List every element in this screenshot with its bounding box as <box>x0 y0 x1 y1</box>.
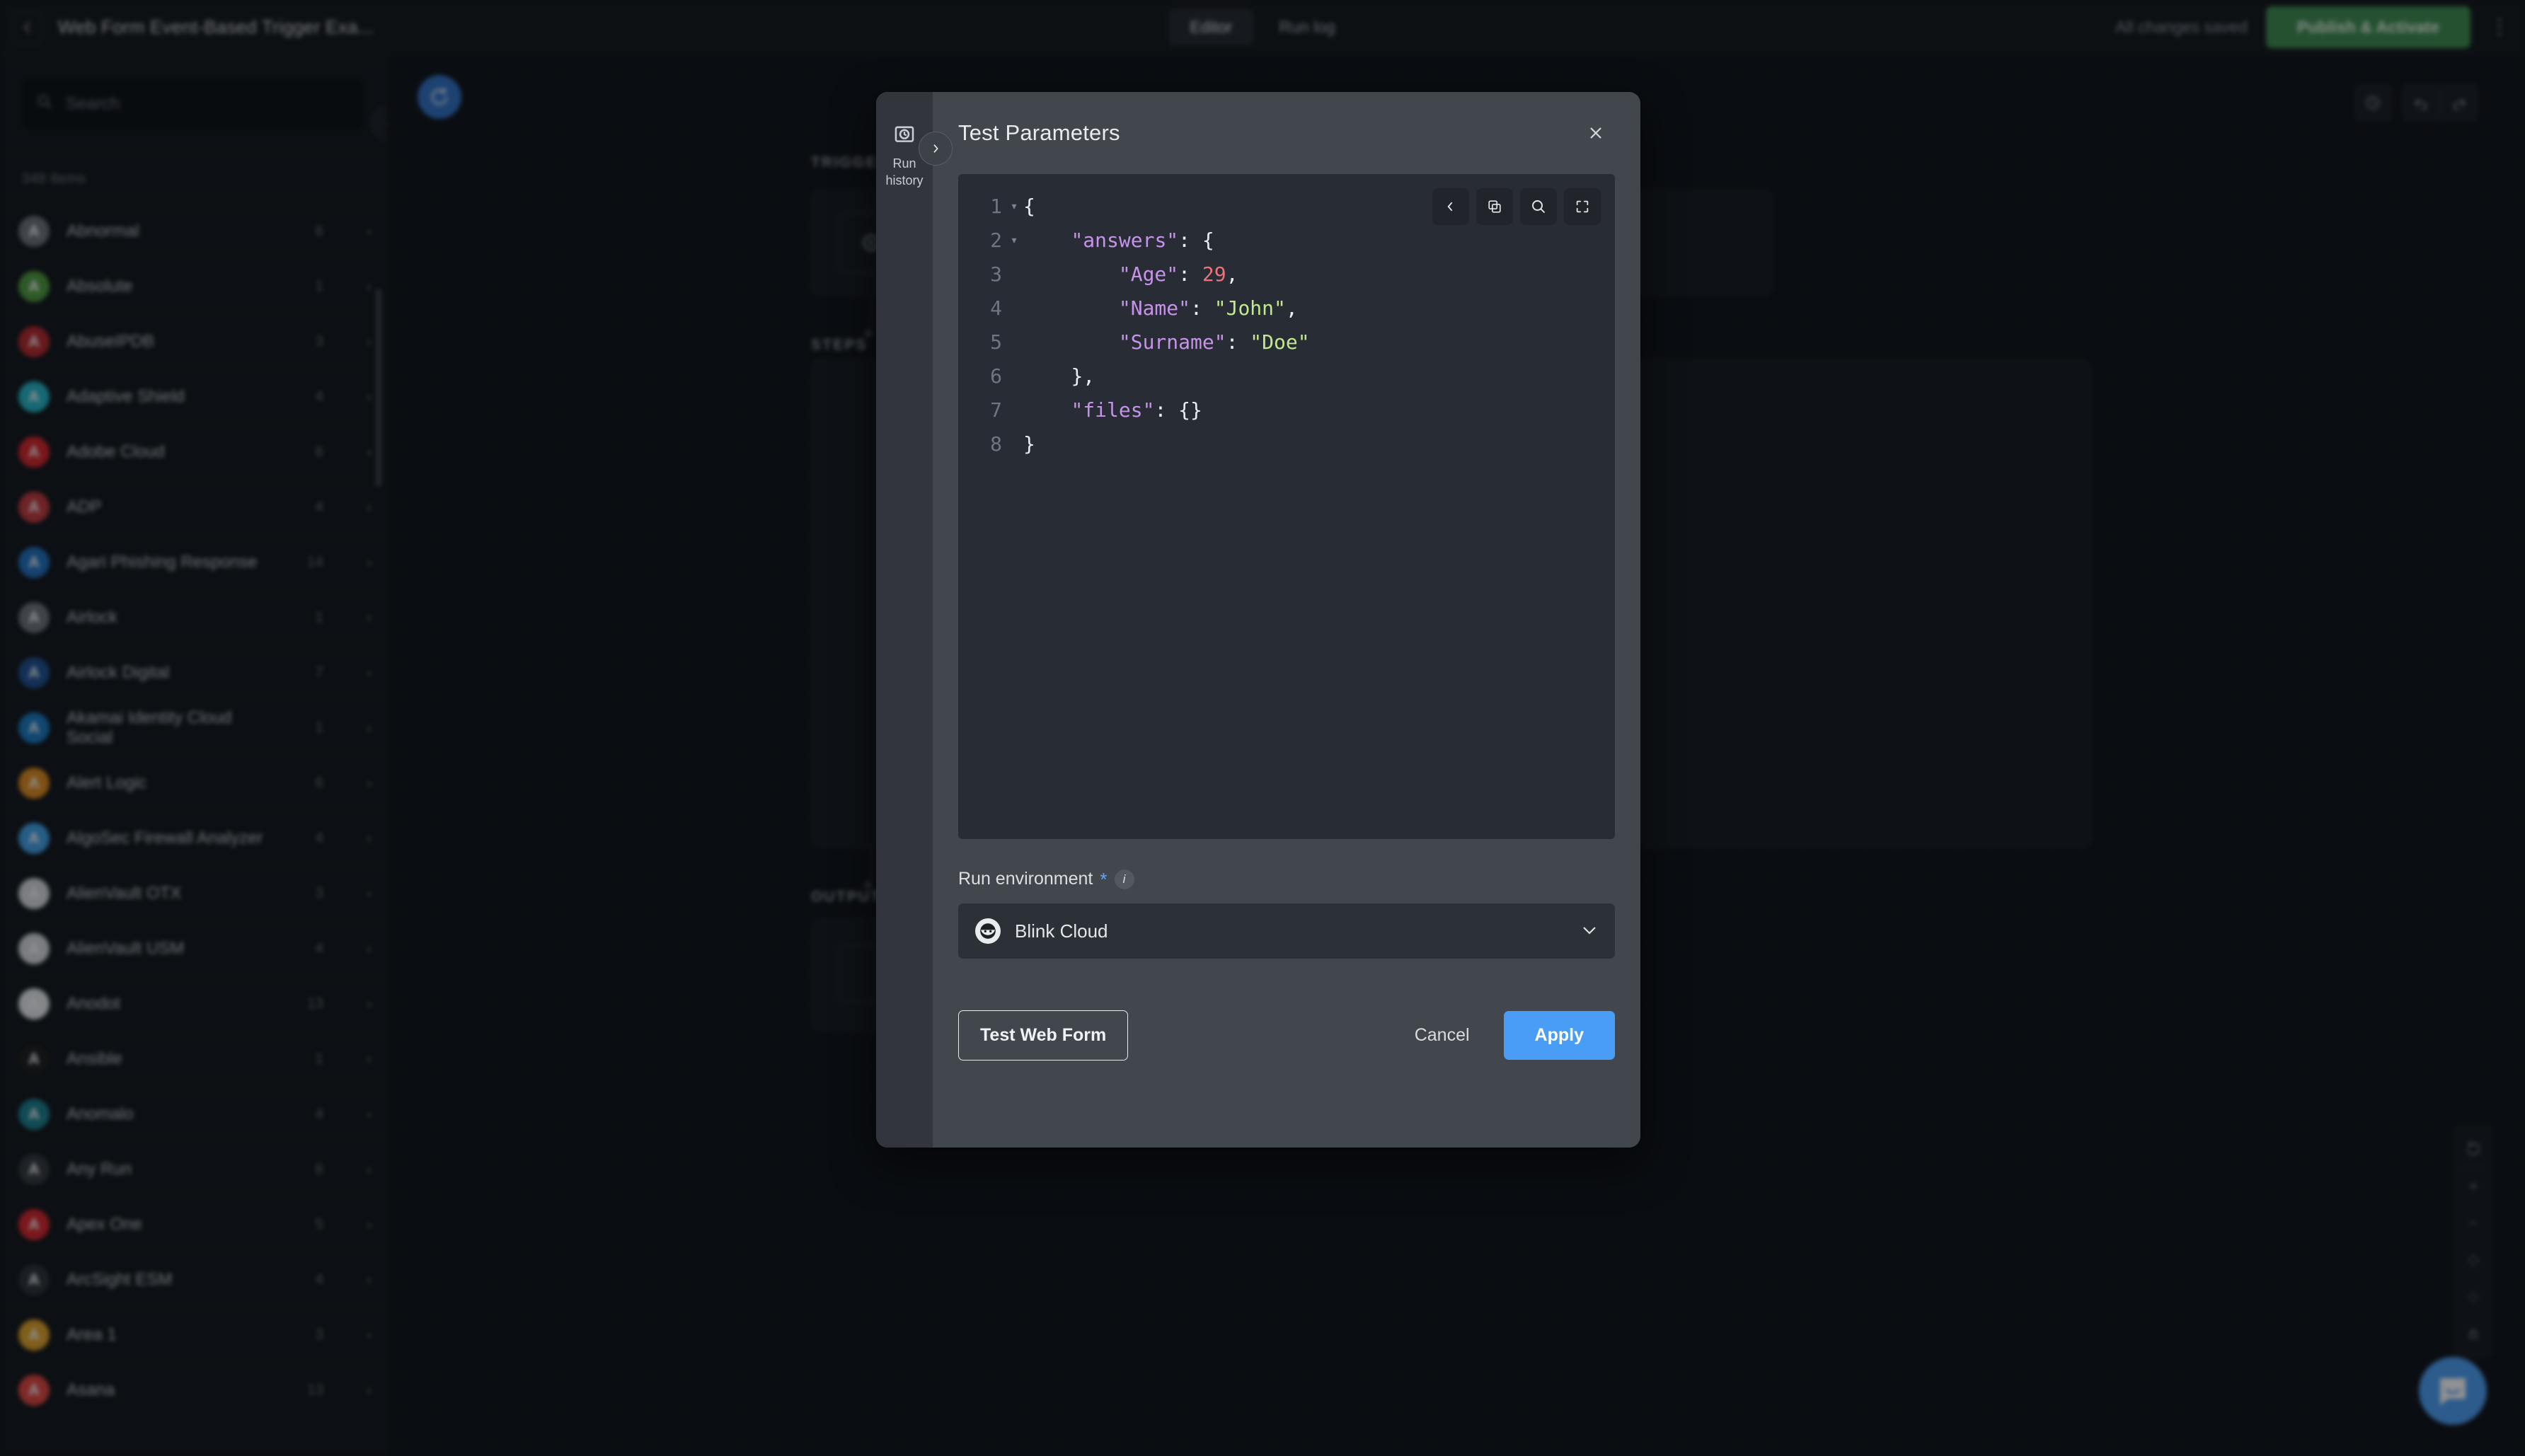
run-history-toggle[interactable] <box>919 132 953 166</box>
code-token: : <box>1226 330 1250 354</box>
copy-icon[interactable] <box>1476 188 1513 225</box>
code-line: 3 "Age": 29, <box>958 258 1615 291</box>
app-root: Web Form Event-Based Trigger Exa... Edit… <box>0 0 2525 1456</box>
run-history-rail[interactable]: Run history <box>876 92 933 1148</box>
code-token: { <box>1023 195 1035 218</box>
code-text: "Surname": "Doe" <box>1023 325 1310 359</box>
code-token: 29 <box>1202 262 1226 286</box>
code-text: }, <box>1023 359 1095 393</box>
fold-arrow-icon[interactable]: ▾ <box>1005 224 1023 258</box>
json-editor[interactable]: 1 ▾{2 ▾ "answers": {3 "Age": 29, 4 "Name": … <box>958 174 1615 839</box>
editor-toolbar <box>1432 188 1601 225</box>
code-text: { <box>1023 190 1035 224</box>
code-token: "Name" <box>1118 296 1191 320</box>
code-token: , <box>1285 296 1298 320</box>
line-number: 2 <box>990 229 1002 252</box>
modal-header: Test Parameters <box>933 92 1640 174</box>
blink-ninja-icon <box>975 918 1001 944</box>
test-parameters-modal: Run history Test Parameters 1 ▾ {2 ▾ "a… <box>876 92 1640 1148</box>
run-environment-label: Run environment <box>958 869 1093 889</box>
code-token: : <box>1190 296 1214 320</box>
fullscreen-icon[interactable] <box>1564 188 1601 225</box>
test-web-form-button[interactable]: Test Web Form <box>958 1010 1129 1061</box>
line-number: 4 <box>990 296 1002 320</box>
code-line: 7 "files": {} <box>958 393 1615 427</box>
code-token: "files" <box>1071 398 1155 422</box>
code-line: 8} <box>958 427 1615 461</box>
apply-button[interactable]: Apply <box>1503 1010 1615 1060</box>
close-icon[interactable] <box>1580 117 1612 149</box>
run-history-icon <box>892 122 916 149</box>
code-line: 2 ▾ "answers": { <box>958 224 1615 258</box>
modal-body: Test Parameters 1 ▾ {2 ▾ "answers": {3… <box>933 92 1640 1148</box>
code-token: "John" <box>1214 296 1286 320</box>
line-number: 3 <box>990 262 1002 286</box>
code-token: : <box>1178 262 1202 286</box>
chevron-down-icon <box>1581 921 1598 941</box>
run-history-label-line1: Run <box>892 156 916 171</box>
code-token: , <box>1226 262 1238 286</box>
code-token: } <box>1023 432 1035 456</box>
info-icon[interactable]: i <box>1114 869 1134 889</box>
code-token: : { <box>1178 229 1214 252</box>
search-icon[interactable] <box>1520 188 1557 225</box>
chevron-right-icon <box>933 144 938 153</box>
run-environment-label-row: Run environment * i <box>958 869 1615 889</box>
code-token: "answers" <box>1071 229 1179 252</box>
line-number: 1 <box>990 195 1002 218</box>
line-number: 7 <box>990 398 1002 422</box>
code-line: 6 }, <box>958 359 1615 393</box>
code-text: "files": {} <box>1023 393 1202 427</box>
cancel-button[interactable]: Cancel <box>1391 1011 1494 1060</box>
run-environment-value: Blink Cloud <box>1015 920 1108 942</box>
code-text: "Name": "John", <box>1023 291 1298 325</box>
code-token: }, <box>1071 364 1095 388</box>
code-text: "answers": { <box>1023 224 1214 258</box>
line-number: 5 <box>990 330 1002 354</box>
code-text: "Age": 29, <box>1023 258 1238 291</box>
page-title: Test Parameters <box>958 120 1120 145</box>
line-number: 6 <box>990 364 1002 388</box>
code-token: "Doe" <box>1250 330 1310 354</box>
code-token: "Age" <box>1118 262 1179 286</box>
run-history-label-line2: history <box>885 173 924 188</box>
code-text: } <box>1023 427 1035 461</box>
run-environment-field: Run environment * i Blink Cloud <box>933 839 1640 959</box>
line-number: 8 <box>990 432 1002 456</box>
code-token: "Surname" <box>1118 330 1226 354</box>
fold-arrow-icon[interactable]: ▾ <box>1005 190 1023 224</box>
modal-footer: Test Web Form Cancel Apply <box>933 978 1640 1148</box>
collapse-left-icon[interactable] <box>1432 188 1469 225</box>
required-marker: * <box>1100 868 1108 890</box>
code-line: 4 "Name": "John", <box>958 291 1615 325</box>
code-line: 5 "Surname": "Doe" <box>958 325 1615 359</box>
run-environment-select[interactable]: Blink Cloud <box>958 903 1615 959</box>
code-token: : {} <box>1154 398 1202 422</box>
